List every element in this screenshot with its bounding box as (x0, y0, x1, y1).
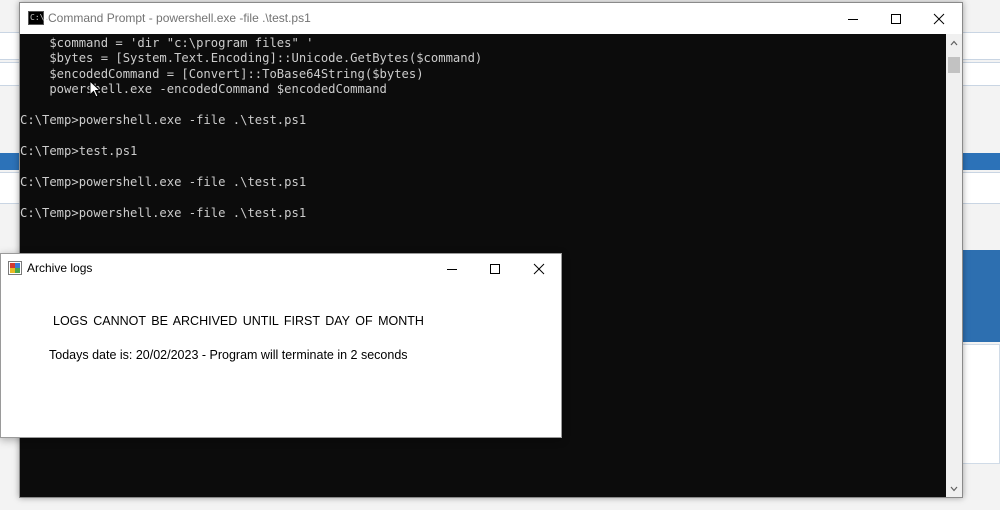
background-side-panel (962, 344, 1000, 464)
cmd-titlebar[interactable]: C:\. Command Prompt - powershell.exe -fi… (20, 3, 962, 34)
dialog-title: Archive logs (27, 261, 93, 275)
scroll-down-button[interactable] (946, 480, 962, 497)
dialog-message: LOGS CANNOT BE ARCHIVED UNTIL FIRST DAY … (53, 314, 424, 328)
mouse-cursor-icon (89, 80, 101, 98)
chevron-up-icon (950, 40, 958, 45)
chevron-down-icon (950, 486, 958, 491)
scroll-up-button[interactable] (946, 34, 962, 51)
console-line: $command = 'dir "c:\program files" ' (20, 36, 314, 50)
close-icon (533, 263, 544, 274)
console-line: powershell.exe -encodedCommand $encodedC… (20, 82, 387, 96)
console-line: $encodedCommand = [Convert]::ToBase64Str… (20, 67, 424, 81)
maximize-icon (891, 13, 901, 24)
console-line: C:\Temp>powershell.exe -file .\test.ps1 (20, 113, 307, 127)
dialog-maximize-button[interactable] (472, 254, 517, 283)
scroll-thumb[interactable] (948, 57, 960, 73)
command-prompt-icon: C:\. (28, 11, 49, 25)
dialog-minimize-button[interactable] (429, 254, 474, 283)
cmd-minimize-button[interactable] (830, 3, 876, 34)
cmd-window-title: Command Prompt - powershell.exe -file .\… (48, 11, 311, 25)
console-line: $bytes = [System.Text.Encoding]::Unicode… (20, 51, 483, 65)
minimize-icon (848, 18, 858, 20)
console-line: C:\Temp>test.ps1 (20, 144, 138, 158)
archive-logs-dialog: Archive logs LOGS CANNOT BE ARCHIVED UNT… (0, 253, 562, 438)
console-scrollbar[interactable] (946, 34, 962, 497)
cmd-icon-label: C:\. (30, 13, 50, 22)
cmd-close-button[interactable] (916, 3, 962, 34)
console-line: C:\Temp>powershell.exe -file .\test.ps1 (20, 206, 307, 220)
minimize-icon (446, 268, 457, 270)
dialog-titlebar[interactable]: Archive logs (1, 254, 561, 283)
application-icon (8, 261, 22, 275)
dialog-status-text: Todays date is: 20/02/2023 - Program wil… (49, 348, 408, 362)
background-side-bar (962, 250, 1000, 342)
dialog-close-button[interactable] (516, 254, 561, 283)
close-icon (933, 13, 945, 24)
console-line: C:\Temp>powershell.exe -file .\test.ps1 (20, 175, 307, 189)
maximize-icon (489, 263, 500, 274)
cmd-maximize-button[interactable] (873, 3, 919, 34)
